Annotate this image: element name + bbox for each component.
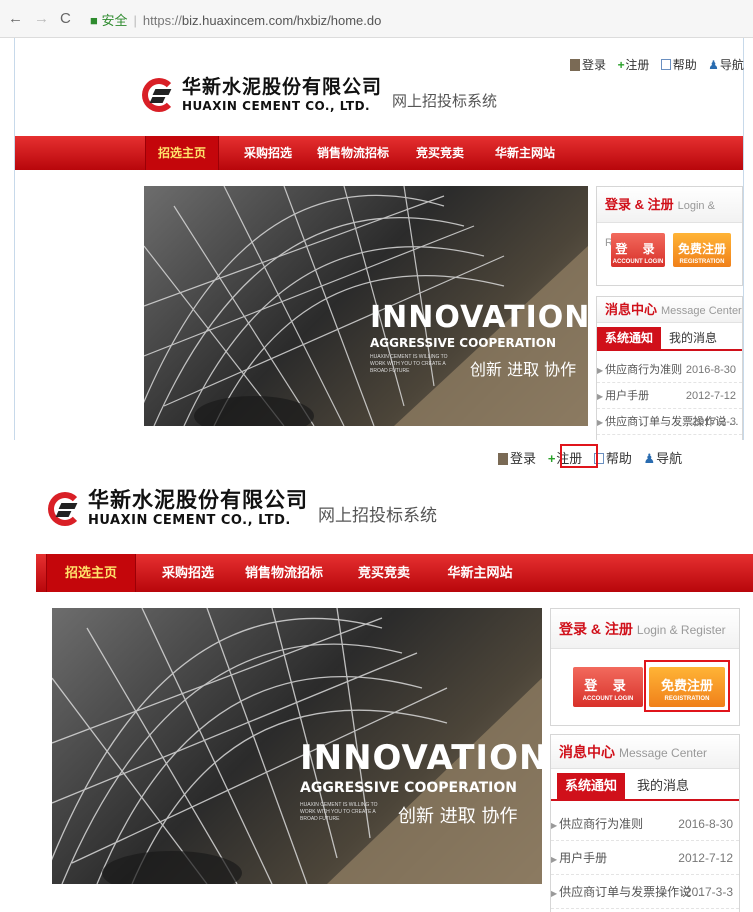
banner-title: INNOVATION [300,738,542,778]
login-box-header: 登录 & 注册Login & Register [597,187,742,249]
utility-links: 登录 +注册 帮助 ♟导航 [570,56,752,73]
user-icon: ♟ [643,451,656,466]
login-link[interactable]: 登录 [570,58,610,72]
plus-icon: + [547,451,556,466]
message-item[interactable]: ▶ 用户手册 2012-7-12 [551,841,739,875]
back-button[interactable]: ← [8,10,23,27]
plus-icon: + [617,58,625,72]
account-login-button[interactable]: 登 录 ACCOUNT LOGIN [611,233,665,267]
forward-button[interactable]: → [34,10,49,27]
nav-item-home[interactable]: 招选主页 [46,554,136,592]
message-item[interactable]: ▶ 供应商订单与发票操作说 ... 2017-3-3 [597,409,742,435]
nav-item-logistics[interactable]: 销售物流招标 [236,554,332,592]
nav-item-logistics[interactable]: 销售物流招标 [311,136,395,170]
login-box-header: 登录 & 注册Login & Register [551,609,739,649]
system-name: 网上招投标系统 [318,506,437,525]
free-register-button[interactable]: 免费注册 REGISTRATION [649,667,725,707]
message-item[interactable]: ▶ 供应商行为准则 2016-8-30 [551,807,739,841]
secure-label: 安全 [101,13,128,28]
nav-item-procurement[interactable]: 采购招选 [148,554,228,592]
message-center-header: 消息中心 Message Center [597,297,742,323]
top-page-view: 登录 +注册 帮助 ♟导航 华新水泥股份有限公司 HUAXIN CEMENT C… [0,38,753,440]
banner-subtitle: AGGRESSIVE COOPERATION [300,780,517,796]
nav-item-main-site[interactable]: 华新主网站 [434,554,526,592]
logo-chinese-name: 华新水泥股份有限公司 [182,76,383,98]
banner-slogan: 创新 进取 协作 [398,806,518,827]
utility-links: 登录 +注册 帮助 ♟导航 [498,448,690,467]
message-item[interactable]: ▶ 供应商订单与发票操作说 ... 2017-3-3 [551,875,739,909]
register-link[interactable]: +注册 [548,451,587,466]
message-center-box: 消息中心 Message Center 系统通知 我的消息 ▶ 供应商行为准则 201… [550,734,740,912]
message-item[interactable]: ▶ 供应商行为准则 2016-8-30 [597,357,742,383]
nav-item-auction[interactable]: 竞买竞卖 [344,554,424,592]
help-icon [660,59,671,70]
lock-icon: ■ [90,13,98,28]
login-register-box: 登录 & 注册Login & Register 登 录ACCOUNT LOGIN… [596,186,743,286]
banner-title: INNOVATION [370,300,588,335]
login-register-box: 登录 & 注册Login & Register 登 录ACCOUNT LOGIN… [550,608,740,726]
logo-english-name: HUAXIN CEMENT CO., LTD. [88,513,291,528]
banner-slogan: 创新 进取 协作 [470,360,577,379]
message-item[interactable]: ▶ 用户手册 2012-7-12 [597,383,742,409]
bottom-page-view: 登录 +注册 帮助 ♟导航 华新水泥股份有限公司 HUAXIN CEMENT C… [0,440,753,912]
account-login-button[interactable]: 登 录 ACCOUNT LOGIN [573,667,643,707]
door-icon [498,453,508,465]
hero-banner: INNOVATION AGGRESSIVE COOPERATION HUAXIN… [144,186,588,426]
register-link[interactable]: +注册 [617,58,653,72]
nav-item-auction[interactable]: 竞买竞卖 [405,136,475,170]
message-center-box: 消息中心 Message Center 系统通知 我的消息 ▶ 供应商行为准则 201… [596,296,743,440]
tab-my-messages[interactable]: 我的消息 [661,327,725,349]
free-register-button[interactable]: 免费注册 REGISTRATION [673,233,731,267]
message-tabs: 系统通知 我的消息 [597,327,742,351]
help-icon [593,453,604,464]
banner-subtitle: AGGRESSIVE COOPERATION [370,336,556,350]
nav-link[interactable]: ♟导航 [708,58,748,72]
message-tabs: 系统通知 我的消息 [551,773,739,801]
logo-icon [48,491,82,526]
browser-toolbar: ← → C ■ 安全 | https://biz.huaxincem.com/hxb… [0,0,753,38]
logo-english-name: HUAXIN CEMENT CO., LTD. [182,99,371,113]
tab-system-notice[interactable]: 系统通知 [597,327,662,349]
logo-chinese-name: 华新水泥股份有限公司 [88,488,308,512]
message-center-header: 消息中心 Message Center [551,735,739,769]
login-link[interactable]: 登录 [498,451,540,466]
nav-item-main-site[interactable]: 华新主网站 [485,136,565,170]
nav-item-procurement[interactable]: 采购招选 [233,136,303,170]
nav-item-home[interactable]: 招选主页 [145,136,219,170]
user-icon: ♟ [708,58,719,72]
system-name: 网上招投标系统 [392,92,498,110]
address-bar[interactable]: ■ 安全 | https://biz.huaxincem.com/hxbiz/hom… [90,10,381,29]
door-icon [570,59,580,71]
help-link[interactable]: 帮助 [660,58,701,72]
url-text: biz.huaxincem.com/hxbiz/home.do [181,13,382,28]
reload-button[interactable]: C [60,10,71,27]
company-logo[interactable]: 华新水泥股份有限公司 HUAXIN CEMENT CO., LTD. 网上招投标… [48,490,437,527]
help-link[interactable]: 帮助 [593,451,636,466]
banner-small-text: HUAXIN CEMENT IS WILLING TO WORK WITH YO… [370,354,448,374]
nav-link[interactable]: ♟导航 [644,451,687,466]
tab-my-messages[interactable]: 我的消息 [629,773,697,799]
tab-system-notice[interactable]: 系统通知 [557,773,626,799]
banner-small-text: HUAXIN CEMENT IS WILLING TO WORK WITH YO… [300,802,378,822]
hero-banner: INNOVATION AGGRESSIVE COOPERATION HUAXIN… [52,608,542,884]
url-scheme: https:// [142,13,182,28]
logo-icon [142,78,176,112]
main-nav: 招选主页 采购招选 销售物流招标 竞买竞卖 华新主网站 [36,554,753,592]
company-logo[interactable]: 华新水泥股份有限公司 HUAXIN CEMENT CO., LTD. 网上招投标… [142,78,497,112]
main-nav: 招选主页 采购招选 销售物流招标 竞买竞卖 华新主网站 [15,136,743,170]
